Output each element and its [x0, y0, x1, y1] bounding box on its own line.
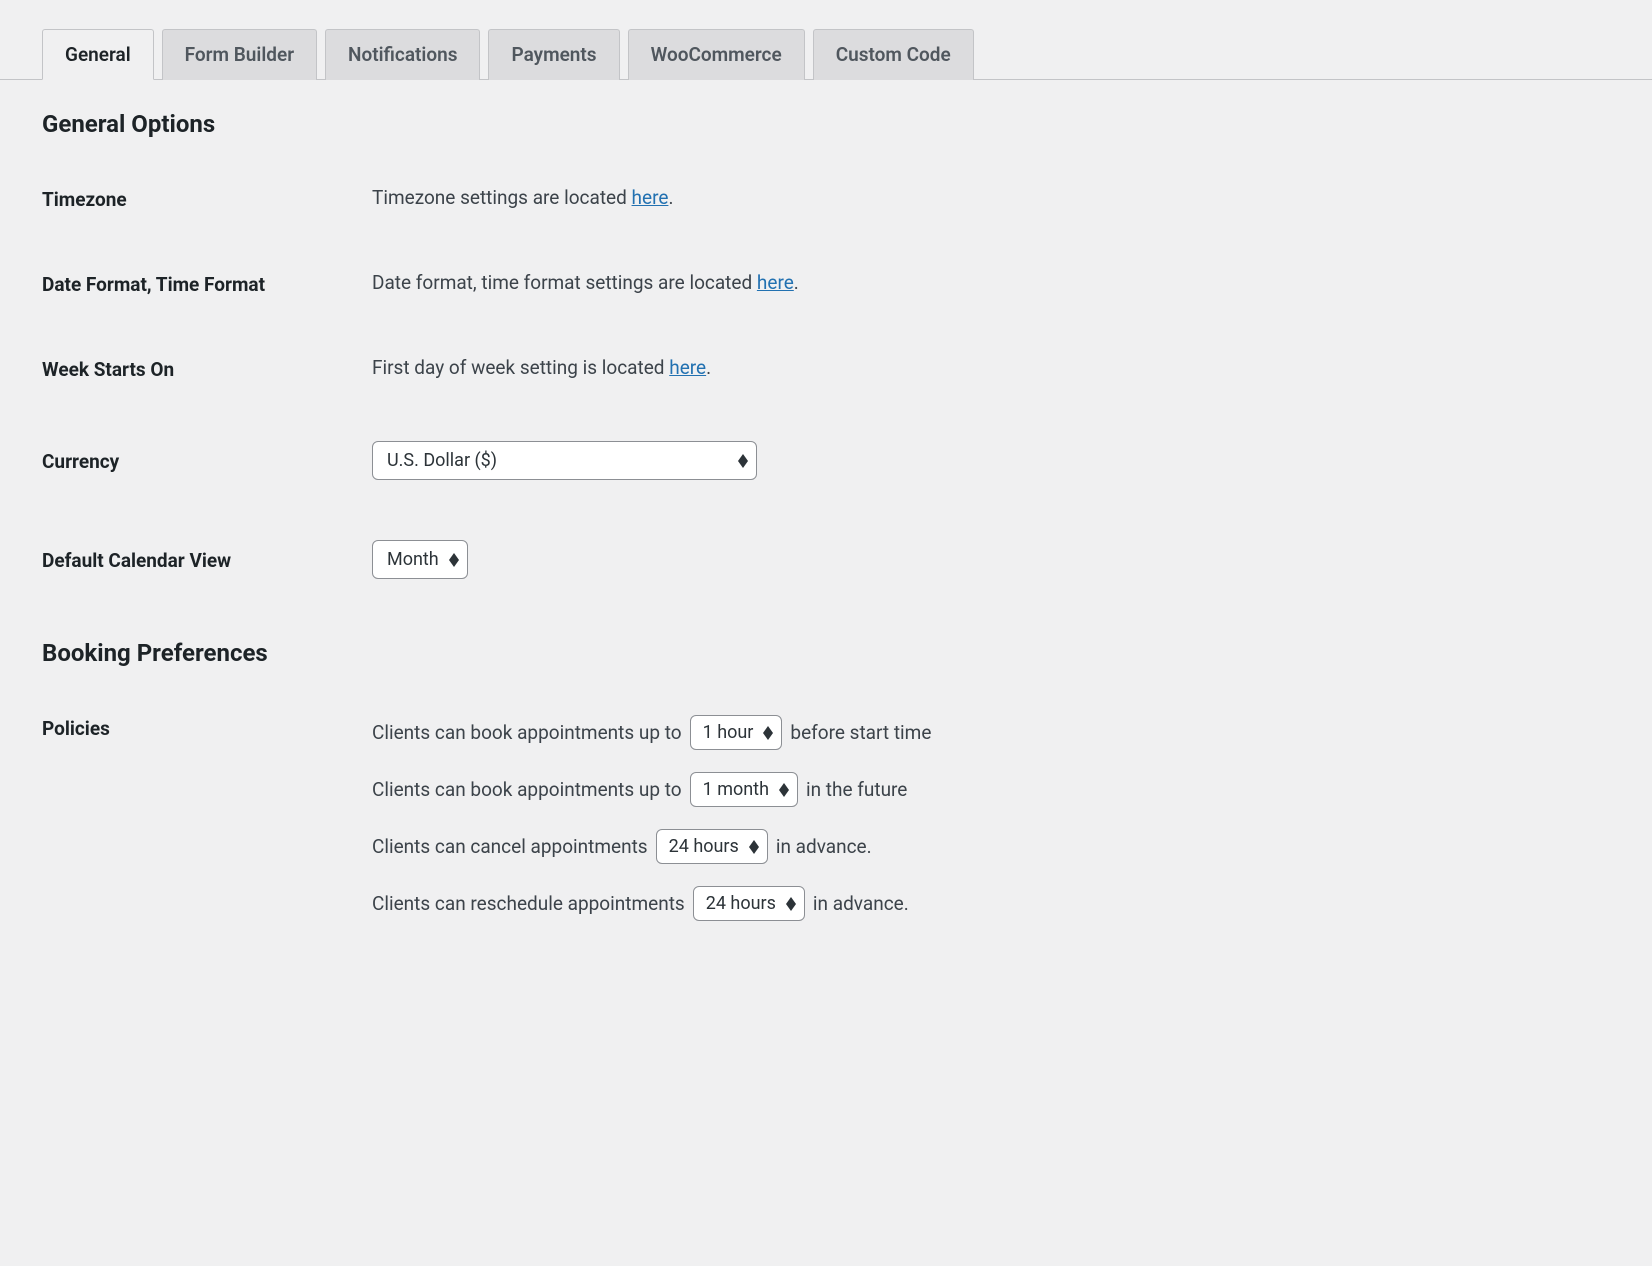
value-timezone: Timezone settings are located here.	[372, 186, 1610, 209]
tab-payments[interactable]: Payments	[488, 29, 619, 80]
select-arrows-icon	[449, 553, 459, 567]
select-book-future[interactable]: 1 month	[690, 772, 798, 807]
policy-book-before-prefix: Clients can book appointments up to	[372, 721, 682, 744]
select-reschedule[interactable]: 24 hours	[693, 886, 805, 921]
select-book-before-value: 1 hour	[703, 722, 754, 743]
policy-book-future-suffix: in the future	[806, 778, 907, 801]
policy-cancel-prefix: Clients can cancel appointments	[372, 835, 648, 858]
select-currency-value: U.S. Dollar ($)	[387, 450, 497, 471]
select-book-before[interactable]: 1 hour	[690, 715, 783, 750]
text-ws-after: .	[706, 356, 711, 379]
text-dtf-before: Date format, time format settings are lo…	[372, 271, 757, 294]
select-currency[interactable]: U.S. Dollar ($)	[372, 441, 757, 480]
label-default-calendar-view: Default Calendar View	[42, 547, 372, 572]
tab-general[interactable]: General	[42, 29, 154, 80]
link-ws-here[interactable]: here	[669, 356, 706, 379]
label-date-time-format: Date Format, Time Format	[42, 271, 372, 296]
text-ws-before: First day of week setting is located	[372, 356, 669, 379]
select-default-calendar-view[interactable]: Month	[372, 540, 468, 579]
section-heading-booking-preferences: Booking Preferences	[42, 639, 1610, 667]
policy-cancel: Clients can cancel appointments 24 hours…	[372, 829, 931, 864]
policy-cancel-suffix: in advance.	[776, 835, 872, 858]
select-cancel[interactable]: 24 hours	[656, 829, 768, 864]
text-timezone-after: .	[668, 186, 673, 209]
select-book-future-value: 1 month	[703, 779, 769, 800]
select-dcv-value: Month	[387, 549, 439, 570]
policy-reschedule: Clients can reschedule appointments 24 h…	[372, 886, 931, 921]
policy-reschedule-prefix: Clients can reschedule appointments	[372, 892, 685, 915]
policy-book-future-prefix: Clients can book appointments up to	[372, 778, 682, 801]
policy-book-before-suffix: before start time	[790, 721, 931, 744]
policy-reschedule-suffix: in advance.	[813, 892, 909, 915]
select-cancel-value: 24 hours	[669, 836, 739, 857]
select-arrows-icon	[786, 897, 796, 911]
select-arrows-icon	[749, 840, 759, 854]
label-timezone: Timezone	[42, 186, 372, 211]
tab-notifications[interactable]: Notifications	[325, 29, 480, 80]
label-week-starts: Week Starts On	[42, 356, 372, 381]
tab-form-builder[interactable]: Form Builder	[162, 29, 317, 80]
select-arrows-icon	[763, 726, 773, 740]
select-reschedule-value: 24 hours	[706, 893, 776, 914]
tab-nav: General Form Builder Notifications Payme…	[0, 0, 1652, 80]
policy-book-future: Clients can book appointments up to 1 mo…	[372, 772, 931, 807]
label-policies: Policies	[42, 715, 372, 740]
policy-book-before: Clients can book appointments up to 1 ho…	[372, 715, 931, 750]
tab-woocommerce[interactable]: WooCommerce	[628, 29, 805, 80]
section-heading-general-options: General Options	[42, 110, 1610, 138]
label-currency: Currency	[42, 448, 372, 473]
select-arrows-icon	[779, 783, 789, 797]
text-timezone-before: Timezone settings are located	[372, 186, 632, 209]
tab-custom-code[interactable]: Custom Code	[813, 29, 974, 80]
link-dtf-here[interactable]: here	[757, 271, 794, 294]
select-arrows-icon	[738, 454, 748, 468]
text-dtf-after: .	[794, 271, 799, 294]
value-week-starts: First day of week setting is located her…	[372, 356, 1610, 379]
value-date-time-format: Date format, time format settings are lo…	[372, 271, 1610, 294]
link-timezone-here[interactable]: here	[632, 186, 669, 209]
